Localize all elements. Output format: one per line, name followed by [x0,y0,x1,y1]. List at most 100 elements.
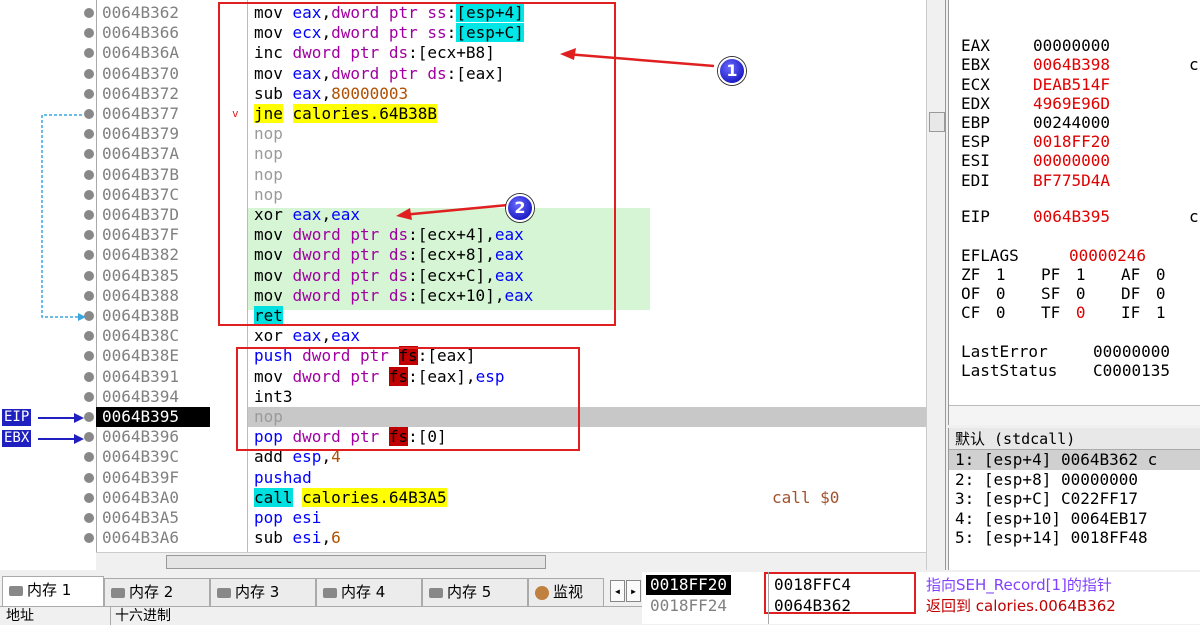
call-arg-line[interactable]: 1: [esp+4] 0064B362 c [949,450,1200,470]
memory-dump-header: 地址 十六进制 [0,606,642,625]
flag-df[interactable]: DF 0 [1121,285,1166,303]
register-eax[interactable]: EAX 00000000 [961,37,1200,55]
register-eip[interactable]: EIP 0064B395 c [961,208,1200,226]
memory-icon [217,587,231,598]
flag-name: OF [961,284,990,303]
register-esi[interactable]: ESI 00000000 [961,152,1200,170]
disassembly-view[interactable]: 0064B362 mov eax,dword ptr ss:[esp+4] 0064… [0,0,946,570]
register-value[interactable]: 4969E96D [1033,95,1110,113]
tab-memory-4[interactable]: 内存 4 [316,578,422,606]
tab-watch[interactable]: 监视 [528,578,604,606]
flag-name: DF [1121,284,1150,303]
tab-memory-3[interactable]: 内存 3 [210,578,316,606]
call-arg-line[interactable]: 3: [esp+C] C022FF17 [949,489,1200,509]
call-arg-line[interactable]: 2: [esp+8] 00000000 [949,470,1200,490]
stack-view[interactable]: 0018FF20 0018FFC4 指向SEH_Record[1]的指针 0018FF… [642,572,1200,624]
flag-name: IF [1121,303,1150,322]
register-ecx[interactable]: ECX DEAB514F [961,76,1200,94]
tab-scroll-right-icon[interactable]: ▸ [626,580,641,602]
register-value[interactable]: 00000000 [1033,152,1110,170]
register-value[interactable]: 00244000 [1033,114,1110,132]
disasm-horizontal-scrollbar[interactable] [96,552,926,570]
register-ebx[interactable]: EBX 0064B398 c [961,56,1200,74]
call-arg-line[interactable]: 4: [esp+10] 0064EB17 [949,509,1200,529]
annotation-arrows [396,48,715,220]
eflags-label: EFLAGS [961,246,1019,265]
memory-icon [429,587,443,598]
flag-name: ZF [961,265,990,284]
flag-value[interactable]: 0 [1156,284,1166,303]
tab-label: 内存 4 [341,583,386,601]
ebx-arrow-icon [38,434,84,444]
stack-comment: 返回到 calories.0064B362 [926,597,1116,615]
flag-tf[interactable]: TF 0 [1041,304,1086,322]
register-value[interactable]: BF775D4A [1033,172,1110,190]
flag-name: CF [961,303,990,322]
flag-name: AF [1121,265,1150,284]
register-comment: c [1189,55,1199,74]
register-ebp[interactable]: EBP 00244000 [961,114,1200,132]
register-value[interactable]: DEAB514F [1033,76,1110,94]
register-name: EAX [961,36,990,55]
flag-value[interactable]: 1 [996,265,1006,284]
eflags-value[interactable]: 00000246 [1069,247,1146,265]
calling-convention-header[interactable]: 默认 (stdcall) [949,428,1200,450]
flag-value[interactable]: 0 [1076,303,1086,322]
flag-value[interactable]: 0 [1156,265,1166,284]
stack-row[interactable]: 0018FF20 0018FFC4 指向SEH_Record[1]的指针 [642,575,1200,595]
tab-scroll-left-icon[interactable]: ◂ [610,580,625,602]
disasm-vertical-scrollbar[interactable] [926,0,945,570]
register-name: ESI [961,151,990,170]
flag-value[interactable]: 0 [996,303,1006,322]
register-name: ECX [961,75,990,94]
call-stack-panel: 默认 (stdcall) 1: [esp+4] 0064B362 c 2: [es… [948,428,1200,570]
stack-row[interactable]: 0018FF24 0064B362 返回到 calories.0064B362 [642,596,1200,616]
flag-af[interactable]: AF 0 [1121,266,1166,284]
tab-memory-5[interactable]: 内存 5 [422,578,528,606]
register-value[interactable]: 00000000 [1033,37,1110,55]
last-error: LastError 00000000 [961,342,1170,361]
flag-cf[interactable]: CF 0 [961,304,1006,322]
flag-value[interactable]: 0 [1076,284,1086,303]
register-value[interactable]: 0064B398 [1033,56,1110,74]
flag-sf[interactable]: SF 0 [1041,285,1086,303]
status-label: LastError [961,342,1048,361]
tab-memory-2[interactable]: 内存 2 [104,578,210,606]
register-comment: c [1189,207,1199,226]
eflags-row[interactable]: EFLAGS 00000246 [961,246,1146,265]
tab-label: 内存 2 [129,583,174,601]
flag-name: SF [1041,284,1070,303]
scroll-thumb[interactable] [166,555,546,569]
flag-value[interactable]: 1 [1076,265,1086,284]
flag-if[interactable]: IF 1 [1121,304,1166,322]
call-arg-line[interactable]: 5: [esp+14] 0018FF48 [949,528,1200,548]
memory-icon [9,585,23,596]
register-edx[interactable]: EDX 4969E96D [961,95,1200,113]
scroll-thumb[interactable] [929,112,945,132]
status-label: LastStatus [961,361,1058,380]
register-esp[interactable]: ESP 0018FF20 [961,133,1200,151]
register-value[interactable]: 0018FF20 [1033,133,1110,151]
last-status: LastStatus C0000135 [961,361,1170,380]
flag-value[interactable]: 0 [996,284,1006,303]
stack-column-divider [768,572,769,624]
ebx-marker: EBX [2,430,32,447]
tab-memory-1[interactable]: 内存 1 [2,576,104,606]
annotation-box-3 [764,572,916,614]
register-value[interactable]: 0064B395 [1033,208,1110,226]
flag-value[interactable]: 1 [1156,303,1166,322]
flag-zf[interactable]: ZF 1 [961,266,1006,284]
memory-tabs: 内存 1 内存 2 内存 3 内存 4 内存 5 监视 ◂ ▸ [0,576,642,606]
eip-arrow-icon [38,413,84,423]
flag-of[interactable]: OF 0 [961,285,1006,303]
register-name: EBP [961,113,990,132]
register-name: EDX [961,94,990,113]
flag-pf[interactable]: PF 1 [1041,266,1086,284]
memory-icon [323,587,337,598]
registers-scrollbar[interactable] [949,405,1200,425]
stack-comment: 指向SEH_Record[1]的指针 [926,576,1112,594]
registers-panel: EAX 00000000 EBX 0064B398 c ECX DEAB514F EDX 496… [948,0,1200,425]
watch-icon [535,585,549,600]
register-name: ESP [961,132,990,151]
register-edi[interactable]: EDI BF775D4A [961,172,1200,190]
